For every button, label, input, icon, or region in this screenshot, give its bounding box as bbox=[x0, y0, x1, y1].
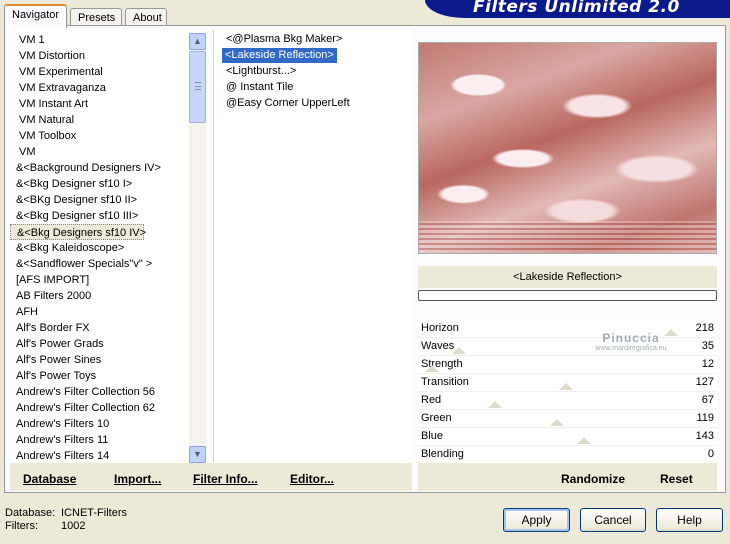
list-item[interactable]: Andrew's Filters 10 bbox=[10, 416, 188, 432]
slider-transition[interactable]: Transition 127 bbox=[418, 374, 717, 392]
list-item[interactable]: [AFS IMPORT] bbox=[10, 272, 188, 288]
slider-value: 67 bbox=[701, 394, 714, 406]
category-list-pane: VM 1 VM Distortion VM Experimental VM Ex… bbox=[10, 30, 206, 462]
editor-button[interactable]: Editor... bbox=[290, 472, 334, 486]
preview-toolbar: Randomize Reset bbox=[418, 463, 717, 491]
chevron-up-icon: ▲ bbox=[193, 36, 202, 46]
slider-strength[interactable]: Strength 12 bbox=[418, 356, 717, 374]
slider-label: Horizon bbox=[421, 322, 459, 334]
list-item[interactable]: Alf's Power Grads bbox=[10, 336, 188, 352]
filter-item[interactable]: <@Plasma Bkg Maker> bbox=[223, 32, 345, 47]
slider-value: 0 bbox=[707, 448, 714, 460]
filter-preview-image bbox=[418, 42, 717, 254]
slider-knob[interactable] bbox=[550, 419, 564, 426]
list-item[interactable]: &<Sandflower Specials"v" > bbox=[10, 256, 188, 272]
filter-item[interactable]: @Easy Corner UpperLeft bbox=[223, 96, 353, 111]
filters-label: Filters: bbox=[5, 520, 38, 532]
slider-blue[interactable]: Blue 143 bbox=[418, 428, 717, 446]
tab-navigator[interactable]: Navigator bbox=[4, 4, 67, 28]
watermark-name: Pinuccia bbox=[602, 331, 660, 345]
slider-value: 119 bbox=[696, 412, 714, 424]
list-item[interactable]: VM 1 bbox=[10, 32, 188, 48]
list-item[interactable]: Alf's Border FX bbox=[10, 320, 188, 336]
slider-knob[interactable] bbox=[425, 365, 439, 372]
list-item[interactable]: VM Toolbox bbox=[10, 128, 188, 144]
list-item[interactable]: Andrew's Filters 11 bbox=[10, 432, 188, 448]
list-item[interactable]: Andrew's Filters 14 bbox=[10, 448, 188, 462]
slider-value: 35 bbox=[701, 340, 714, 352]
list-item-selected[interactable]: &<Bkg Designers sf10 IV> bbox=[10, 224, 146, 240]
list-item[interactable]: &<Background Designers IV> bbox=[10, 160, 188, 176]
filters-count: 1002 bbox=[61, 520, 86, 532]
slider-label: Waves bbox=[421, 340, 455, 352]
slider-label: Blue bbox=[421, 430, 444, 442]
list-item[interactable]: VM bbox=[10, 144, 188, 160]
database-value: ICNET-Filters bbox=[61, 507, 127, 519]
chevron-down-icon: ▼ bbox=[193, 449, 202, 459]
scroll-down-button[interactable]: ▼ bbox=[189, 446, 206, 463]
category-scrollbar[interactable]: ▲ ▼ bbox=[189, 33, 206, 463]
database-info: Database: ICNET-Filters Filters: 1002 bbox=[5, 507, 127, 533]
list-item[interactable]: Andrew's Filter Collection 56 bbox=[10, 384, 188, 400]
app-title: Filters Unlimited 2.0 bbox=[473, 0, 680, 17]
scroll-up-button[interactable]: ▲ bbox=[189, 33, 206, 50]
list-item[interactable]: AFH bbox=[10, 304, 188, 320]
watermark-url: www.mardiregrafica.eu bbox=[595, 345, 667, 352]
randomize-button[interactable]: Randomize bbox=[561, 472, 625, 486]
list-item[interactable]: VM Extravaganza bbox=[10, 80, 188, 96]
slider-label: Transition bbox=[421, 376, 469, 388]
reset-button[interactable]: Reset bbox=[660, 472, 693, 486]
slider-knob[interactable] bbox=[488, 401, 502, 408]
slider-label: Green bbox=[421, 412, 452, 424]
slider-value: 218 bbox=[695, 322, 714, 334]
list-item[interactable]: Andrew's Filter Collection 62 bbox=[10, 400, 188, 416]
slider-label: Blending bbox=[421, 448, 464, 460]
list-item[interactable]: &<Bkg Kaleidoscope> bbox=[10, 240, 188, 256]
help-button[interactable]: Help bbox=[656, 508, 723, 532]
list-item[interactable]: &<Bkg Designer sf10 I> bbox=[10, 176, 188, 192]
slider-red[interactable]: Red 67 bbox=[418, 392, 717, 410]
filter-item-selected[interactable]: <Lakeside Reflection> bbox=[222, 48, 337, 63]
import-button[interactable]: Import... bbox=[114, 472, 161, 486]
filter-info-button[interactable]: Filter Info... bbox=[193, 472, 258, 486]
list-item[interactable]: &<Bkg Designer sf10 III> bbox=[10, 208, 188, 224]
slider-knob[interactable] bbox=[452, 347, 466, 354]
filter-item[interactable]: @ Instant Tile bbox=[223, 80, 296, 95]
slider-green[interactable]: Green 119 bbox=[418, 410, 717, 428]
list-item[interactable]: VM Distortion bbox=[10, 48, 188, 64]
slider-blending[interactable]: Blending 0 bbox=[418, 446, 717, 464]
watermark: Pinuccia www.mardiregrafica.eu bbox=[576, 331, 686, 352]
list-item[interactable]: VM Natural bbox=[10, 112, 188, 128]
slider-label: Red bbox=[421, 394, 442, 406]
progress-bar bbox=[418, 290, 717, 301]
database-button[interactable]: Database bbox=[23, 472, 76, 486]
preview-filter-name: <Lakeside Reflection> bbox=[418, 266, 717, 288]
slider-value: 143 bbox=[695, 430, 714, 442]
slider-value: 12 bbox=[701, 358, 714, 370]
filter-list-pane: <@Plasma Bkg Maker> <Lakeside Reflection… bbox=[213, 30, 412, 462]
header-banner: Filters Unlimited 2.0 bbox=[425, 0, 730, 18]
list-item[interactable]: Alf's Power Sines bbox=[10, 352, 188, 368]
slider-knob[interactable] bbox=[577, 437, 591, 444]
apply-button[interactable]: Apply bbox=[503, 508, 570, 532]
filter-item[interactable]: <Lightburst...> bbox=[223, 64, 299, 79]
list-item[interactable]: Alf's Power Toys bbox=[10, 368, 188, 384]
category-list: VM 1 VM Distortion VM Experimental VM Ex… bbox=[10, 32, 188, 462]
list-item[interactable]: VM Instant Art bbox=[10, 96, 188, 112]
navigator-toolbar: Database Import... Filter Info... Editor… bbox=[10, 463, 412, 491]
slider-knob[interactable] bbox=[559, 383, 573, 390]
scroll-thumb[interactable] bbox=[189, 51, 206, 123]
list-item[interactable]: VM Experimental bbox=[10, 64, 188, 80]
cancel-button[interactable]: Cancel bbox=[580, 508, 646, 532]
database-label: Database: bbox=[5, 507, 56, 519]
list-item[interactable]: &<BKg Designer sf10 II> bbox=[10, 192, 188, 208]
slider-value: 127 bbox=[695, 376, 714, 388]
list-item[interactable]: AB Filters 2000 bbox=[10, 288, 188, 304]
